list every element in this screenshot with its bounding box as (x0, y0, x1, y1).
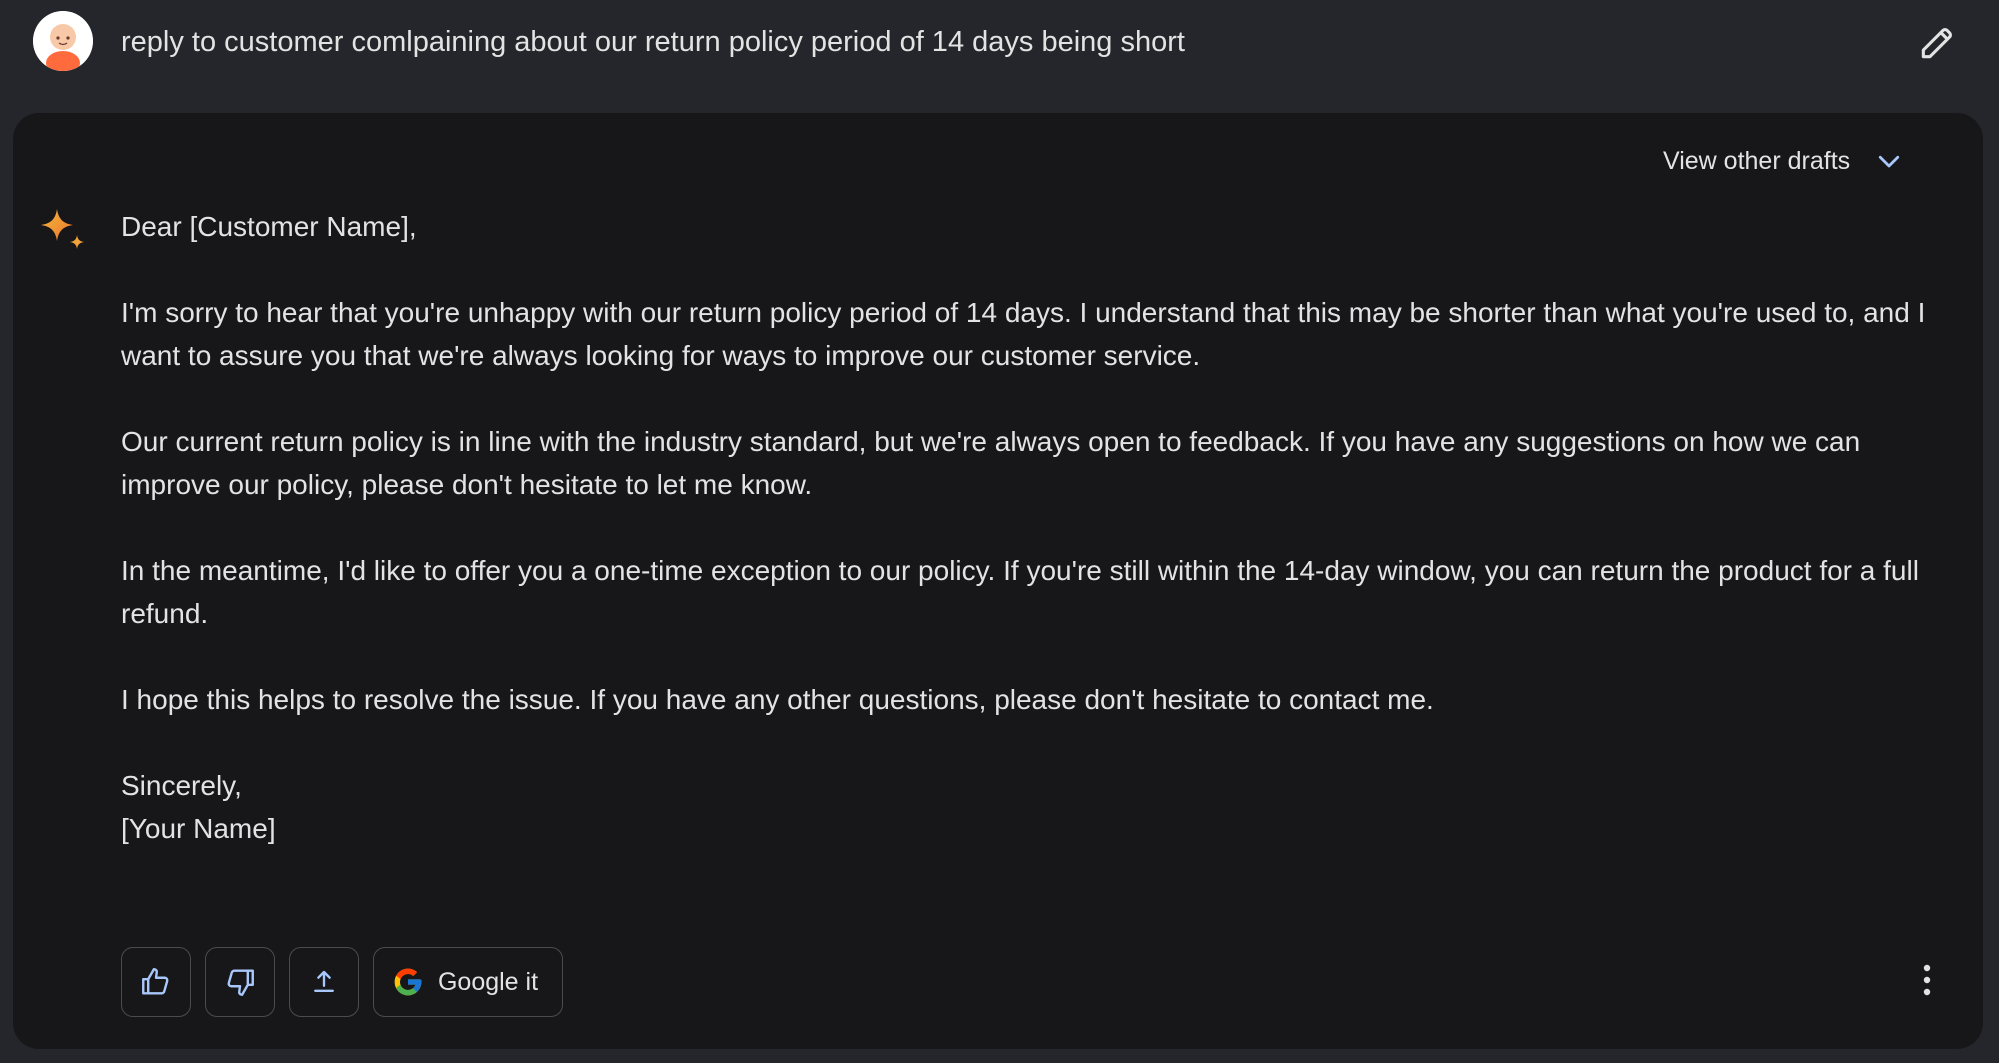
letter-greeting: Dear [Customer Name], (121, 211, 417, 242)
response-action-bar: Google it (121, 945, 563, 1019)
share-button[interactable] (289, 947, 359, 1017)
thumbs-up-button[interactable] (121, 947, 191, 1017)
thumbs-down-button[interactable] (205, 947, 275, 1017)
letter-paragraph: Our current return policy is in line wit… (121, 426, 1861, 500)
user-prompt-row: reply to customer comlpaining about our … (0, 0, 1999, 100)
letter-paragraph: I hope this helps to resolve the issue. … (121, 684, 1434, 715)
page: reply to customer comlpaining about our … (0, 0, 1999, 1063)
sparkle-icon (41, 209, 84, 249)
thumbs-down-icon (227, 969, 254, 996)
response-card: View other drafts Dear [Customer Name], … (13, 113, 1983, 1049)
more-options-button[interactable] (1905, 945, 1949, 1015)
view-other-drafts-button[interactable]: View other drafts (1663, 141, 1904, 181)
avatar-icon (33, 11, 93, 71)
letter-signature: [Your Name] (121, 813, 276, 844)
draft-letter: Dear [Customer Name], I'm sorry to hear … (121, 205, 1941, 850)
google-it-label: Google it (437, 967, 539, 996)
pencil-icon (1921, 28, 1952, 59)
thumbs-up-icon (142, 968, 169, 995)
user-prompt-text: reply to customer comlpaining about our … (121, 26, 1185, 58)
edit-prompt-button[interactable] (1916, 20, 1960, 64)
more-vertical-icon (1923, 964, 1931, 996)
letter-paragraph: In the meantime, I'd like to offer you a… (121, 555, 1919, 629)
chevron-down-icon (1879, 155, 1900, 168)
google-g-icon (394, 968, 422, 996)
google-it-button[interactable]: Google it (373, 947, 563, 1017)
letter-paragraph: I'm sorry to hear that you're unhappy wi… (121, 297, 1926, 371)
letter-closing: Sincerely, (121, 770, 242, 801)
view-other-drafts-label: View other drafts (1663, 146, 1851, 175)
share-upload-icon (314, 970, 334, 992)
